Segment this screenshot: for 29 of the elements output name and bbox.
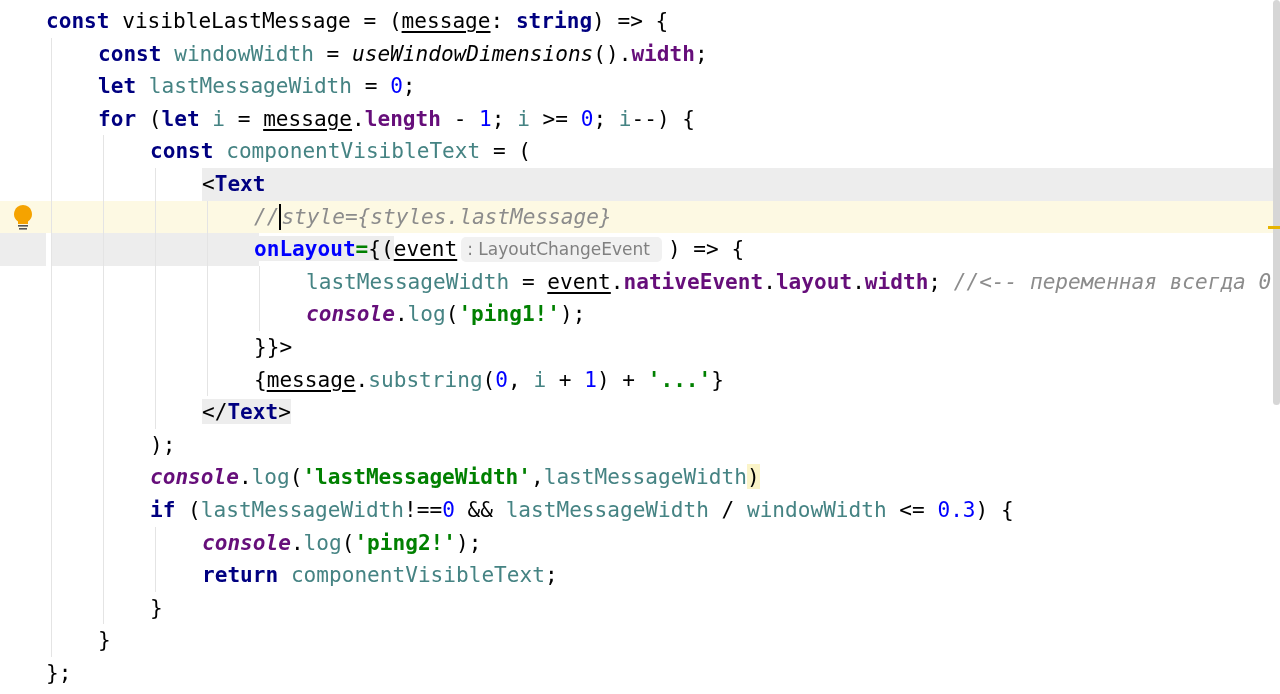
code-line: </Text> — [202, 398, 291, 427]
code-line: if (lastMessageWidth!==0 && lastMessageWidth / windowWidth <= 0.3) { — [150, 495, 1014, 524]
code-line: lastMessageWidth = event.nativeEvent.layout.width; //<-- переменная всегда 0 — [306, 267, 1272, 296]
code-line: } — [98, 626, 111, 655]
code-line: let lastMessageWidth = 0; — [98, 72, 416, 101]
code-line: <Text — [202, 169, 266, 198]
code-line: const componentVisibleText = ( — [150, 137, 531, 166]
code-line: ) => { — [667, 235, 745, 264]
indent-guide — [51, 233, 103, 266]
code-line: console.log('ping2!'); — [202, 528, 482, 557]
code-line: onLayout={(event — [254, 235, 458, 264]
indent-guide — [155, 233, 207, 266]
code-line: const windowWidth = useWindowDimensions().width; — [98, 39, 708, 68]
code-line: console.log('ping1!'); — [306, 300, 586, 329]
code-line: return componentVisibleText; — [202, 561, 558, 590]
code-line: {message.substring(0, i + 1) + '...'} — [254, 365, 724, 394]
indent-guide — [103, 233, 155, 266]
scrollbar-thumb[interactable] — [1273, 0, 1280, 405]
type-hint: : LayoutChangeEvent — [461, 236, 662, 262]
code-line: const visibleLastMessage = (message: string) => { — [46, 7, 669, 35]
code-line: style={styles.lastMessage} — [281, 202, 612, 231]
code-line: } — [150, 593, 163, 622]
code-line: console.log('lastMessageWidth',lastMessageWidth) — [150, 463, 760, 492]
code-line: // — [254, 202, 280, 231]
code-line: ); — [150, 430, 176, 459]
code-line: }; — [46, 658, 72, 687]
lightbulb-icon[interactable] — [13, 203, 33, 230]
code-line: }}> — [254, 332, 293, 361]
code-line: for (let i = message.length - 1; i >= 0; i--) { — [98, 104, 695, 133]
